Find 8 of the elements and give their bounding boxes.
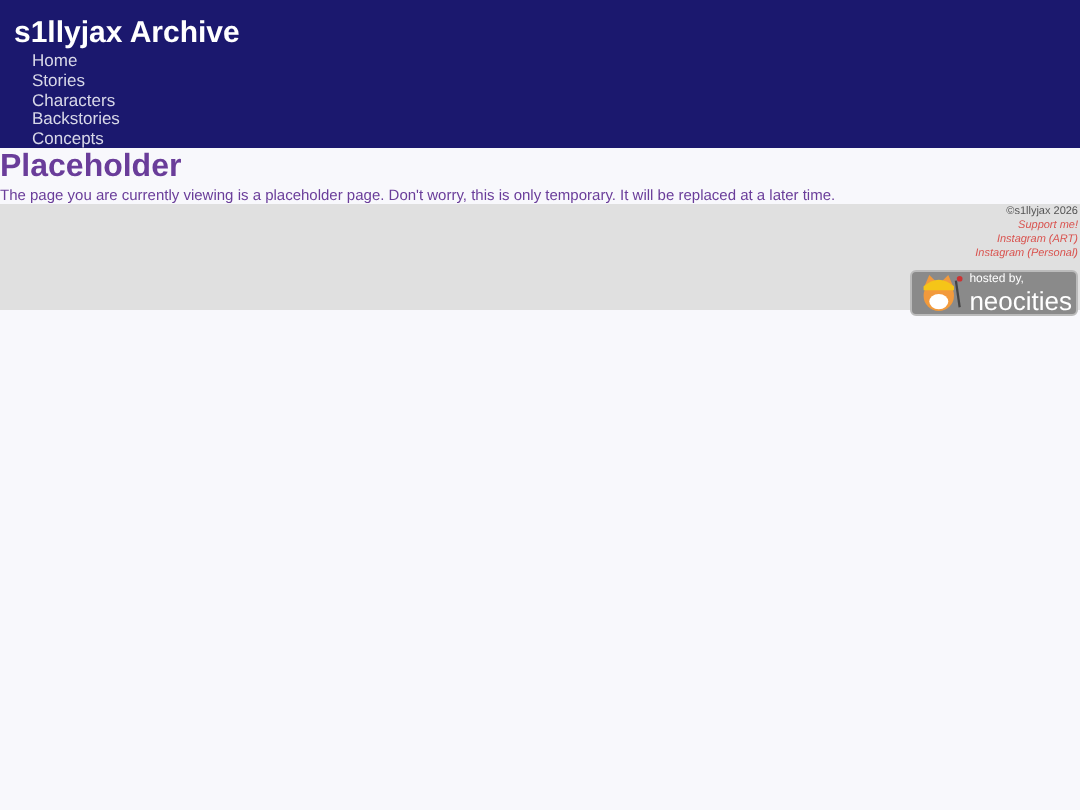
nav-link[interactable]: Home bbox=[32, 52, 78, 72]
nav-link[interactable]: Characters bbox=[32, 91, 116, 111]
nav-link[interactable]: Stories bbox=[32, 71, 85, 92]
nav-link[interactable]: Backstories bbox=[32, 110, 120, 131]
page-heading: Placeholder bbox=[0, 148, 184, 186]
site-title: s1llyjax Archive bbox=[14, 16, 242, 52]
badge-logo-text: neocities bbox=[969, 287, 1072, 313]
nav-link[interactable]: Concepts bbox=[32, 130, 104, 150]
